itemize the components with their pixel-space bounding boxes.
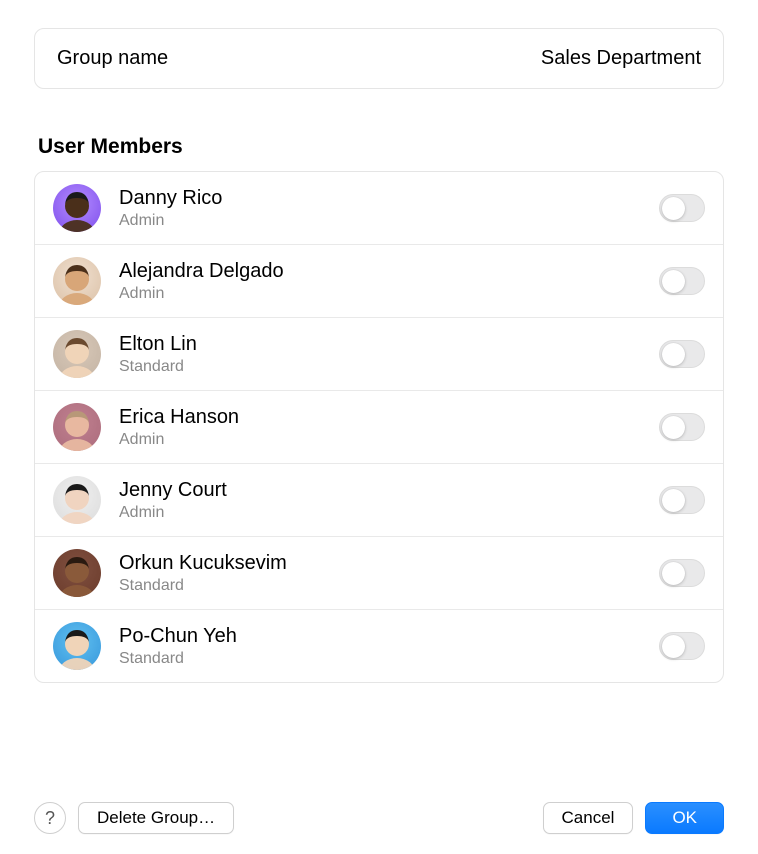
member-info: Danny Rico Admin [119,186,659,231]
delete-group-button[interactable]: Delete Group… [78,802,234,834]
ok-button[interactable]: OK [645,802,724,834]
member-toggle[interactable] [659,632,705,660]
cancel-button[interactable]: Cancel [543,802,634,834]
avatar [53,622,101,670]
member-toggle[interactable] [659,413,705,441]
member-row: Orkun Kucuksevim Standard [35,537,723,610]
member-role: Standard [119,649,659,669]
members-list: Danny Rico Admin Alejandra Delgado Admin [34,171,724,683]
avatar [53,184,101,232]
member-toggle[interactable] [659,486,705,514]
member-role: Admin [119,284,659,304]
avatar [53,476,101,524]
member-name: Po-Chun Yeh [119,624,659,649]
member-toggle[interactable] [659,194,705,222]
help-icon: ? [45,808,55,829]
member-row: Danny Rico Admin [35,172,723,245]
group-name-value: Sales Department [541,47,701,70]
member-role: Standard [119,357,659,377]
user-members-heading: User Members [34,135,724,159]
member-role: Admin [119,430,659,450]
member-role: Admin [119,211,659,231]
member-name: Orkun Kucuksevim [119,551,659,576]
member-toggle[interactable] [659,559,705,587]
member-row: Elton Lin Standard [35,318,723,391]
member-name: Erica Hanson [119,405,659,430]
member-info: Erica Hanson Admin [119,405,659,450]
help-button[interactable]: ? [34,802,66,834]
member-row: Po-Chun Yeh Standard [35,610,723,682]
group-name-label: Group name [57,47,168,70]
member-row: Jenny Court Admin [35,464,723,537]
member-info: Elton Lin Standard [119,332,659,377]
member-info: Po-Chun Yeh Standard [119,624,659,669]
member-info: Jenny Court Admin [119,478,659,523]
member-name: Danny Rico [119,186,659,211]
avatar [53,403,101,451]
avatar [53,330,101,378]
member-toggle[interactable] [659,340,705,368]
member-row: Erica Hanson Admin [35,391,723,464]
member-name: Jenny Court [119,478,659,503]
member-role: Standard [119,576,659,596]
avatar [53,257,101,305]
group-name-field[interactable]: Group name Sales Department [34,28,724,89]
dialog-footer: ? Delete Group… Cancel OK [34,802,724,834]
member-role: Admin [119,503,659,523]
member-info: Orkun Kucuksevim Standard [119,551,659,596]
member-info: Alejandra Delgado Admin [119,259,659,304]
avatar [53,549,101,597]
member-name: Alejandra Delgado [119,259,659,284]
member-name: Elton Lin [119,332,659,357]
member-row: Alejandra Delgado Admin [35,245,723,318]
member-toggle[interactable] [659,267,705,295]
